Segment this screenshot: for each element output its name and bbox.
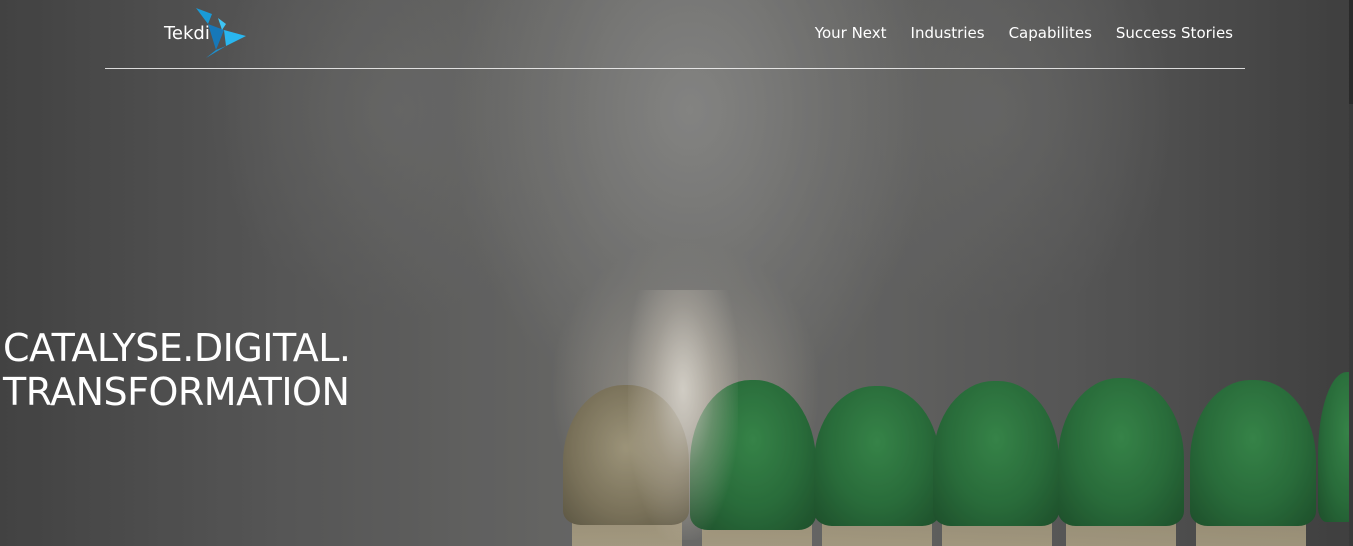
hero-overlay bbox=[0, 0, 1353, 546]
nav-item-capabilites[interactable]: Capabilites bbox=[1009, 24, 1092, 42]
hero-headline-line2: TRANSFORMATION bbox=[3, 370, 350, 414]
nav-item-success-stories[interactable]: Success Stories bbox=[1116, 24, 1233, 42]
site-header: Tekdi Your Next Industries Capabilites S… bbox=[105, 0, 1245, 69]
nav-item-your-next[interactable]: Your Next bbox=[815, 24, 887, 42]
hero-headline-line1: CATALYSE.DIGITAL. bbox=[3, 326, 351, 370]
main-nav: Your Next Industries Capabilites Success… bbox=[815, 24, 1233, 42]
nav-item-industries[interactable]: Industries bbox=[911, 24, 985, 42]
brand-logo[interactable]: Tekdi bbox=[164, 6, 254, 62]
hero-headline: CATALYSE.DIGITAL. TRANSFORMATION bbox=[3, 326, 351, 414]
hero-background bbox=[0, 0, 1353, 546]
scrollbar-thumb[interactable] bbox=[1349, 0, 1353, 104]
page-scrollbar[interactable] bbox=[1349, 0, 1353, 546]
tekdi-arrow-mark-icon bbox=[196, 8, 246, 58]
